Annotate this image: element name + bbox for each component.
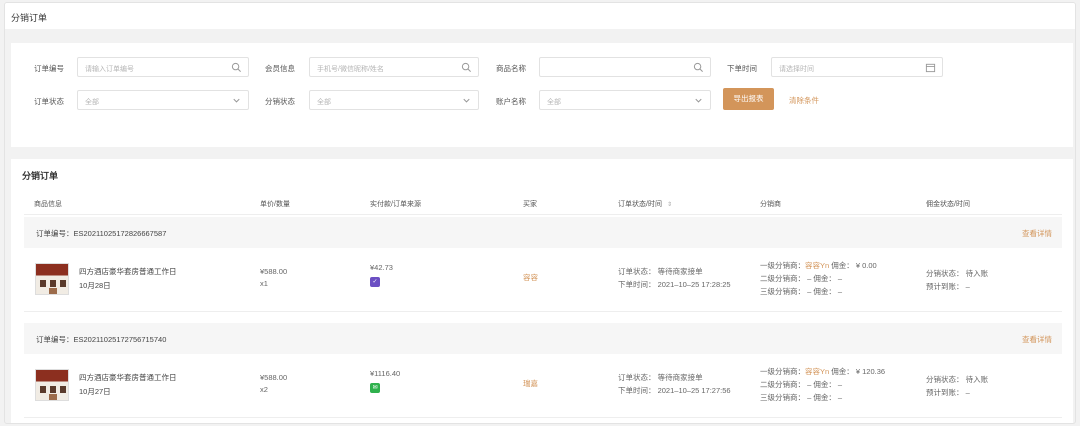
col-price-qty: 单价/数量 <box>260 201 290 208</box>
product-thumbnail[interactable] <box>35 263 69 295</box>
expected-arrival: 预计到账： – <box>926 282 970 291</box>
distributor-name[interactable]: 容容Yn <box>805 261 829 270</box>
col-commission: 佣金状态/时间 <box>926 201 970 208</box>
filter-row-2: 订单状态 全部 分销状态 全部 账户名称 全部 导出报表 清除条件 <box>11 88 1073 110</box>
product-date: 10月28日 <box>79 281 111 290</box>
chevron-down-icon <box>463 98 470 103</box>
order-row: 四方酒店豪华套房普通工作日 10月27日 ¥588.00 x2 ¥1116.40… <box>24 354 1062 418</box>
order-no-label: 订单编号 <box>34 64 64 73</box>
orders-title: 分销订单 <box>22 171 59 181</box>
dist-status-label: 分销状态 <box>265 97 295 106</box>
order-no-input[interactable]: 请输入订单编号 <box>77 57 249 77</box>
app-frame: 分销订单 订单编号 请输入订单编号 会员信息 手机号/微信昵称/姓名 商品名称 … <box>4 2 1076 424</box>
product-input[interactable] <box>539 57 711 77</box>
order-time-picker[interactable]: 请选择时间 <box>771 57 943 77</box>
unit-price: ¥588.00 <box>260 373 288 382</box>
unit-price: ¥588.00 <box>260 267 288 276</box>
order-header: 订单编号：ES20211025172756715740 查看详情 <box>24 323 1062 354</box>
paid-amount: ¥42.73 <box>370 263 393 272</box>
expected-arrival: 预计到账： – <box>926 388 970 397</box>
dist-level-1: 一级分销商：容容Yn 佣金： ¥ 120.36 <box>760 367 886 376</box>
buyer-name[interactable]: 瑞嘉 <box>523 378 538 389</box>
chevron-down-icon <box>695 98 702 103</box>
product-date: 10月27日 <box>79 387 111 396</box>
col-distributor: 分销商 <box>760 201 781 208</box>
product-thumbnail[interactable] <box>35 369 69 401</box>
col-buyer: 买家 <box>523 201 537 208</box>
wechat-pay-icon: ✉ <box>370 383 380 393</box>
clear-filters-link[interactable]: 清除条件 <box>789 95 819 106</box>
search-icon[interactable] <box>231 62 242 73</box>
pay-icon: ✓ <box>370 277 380 287</box>
buyer-name[interactable]: 容容 <box>523 272 538 283</box>
paid-amount: ¥1116.40 <box>370 369 401 378</box>
member-label: 会员信息 <box>265 64 295 73</box>
search-icon[interactable] <box>693 62 704 73</box>
member-input[interactable]: 手机号/微信昵称/姓名 <box>309 57 479 77</box>
order-time: 下单时间： 2021–10–25 17:28:25 <box>618 280 731 289</box>
product-label: 商品名称 <box>496 64 526 73</box>
commission-status: 分销状态： 待入账 <box>926 269 989 278</box>
product-name[interactable]: 四方酒店豪华套房普通工作日 <box>79 372 177 383</box>
order-number: 订单编号：ES20211025172756715740 <box>36 335 167 344</box>
order-time: 下单时间： 2021–10–25 17:27:56 <box>618 386 731 395</box>
col-paid-source: 实付款/订单来源 <box>370 201 421 208</box>
table-header: 商品信息 单价/数量 实付款/订单来源 买家 订单状态/时间 ⇕ 分销商 佣金状态… <box>24 193 1062 215</box>
account-select[interactable]: 全部 <box>539 90 711 110</box>
order-status-select[interactable]: 全部 <box>77 90 249 110</box>
dist-status-select[interactable]: 全部 <box>309 90 479 110</box>
dist-level-2: 二级分销商： – 佣金： – <box>760 274 843 283</box>
sort-icon[interactable]: ⇕ <box>667 201 672 208</box>
order-time-label: 下单时间 <box>727 64 757 73</box>
export-report-button[interactable]: 导出报表 <box>723 88 774 110</box>
order-number: 订单编号：ES20211025172826667587 <box>36 229 167 238</box>
dist-level-3: 三级分销商： – 佣金： – <box>760 393 843 402</box>
distributor-name[interactable]: 容容Yn <box>805 367 829 376</box>
filter-panel: 订单编号 请输入订单编号 会员信息 手机号/微信昵称/姓名 商品名称 下单时间 … <box>11 43 1073 147</box>
account-label: 账户名称 <box>496 97 526 106</box>
order-status-label: 订单状态 <box>34 97 64 106</box>
search-icon[interactable] <box>461 62 472 73</box>
dist-level-2: 二级分销商： – 佣金： – <box>760 380 843 389</box>
dist-level-3: 三级分销商： – 佣金： – <box>760 287 843 296</box>
order-header: 订单编号：ES20211025172826667587 查看详情 <box>24 217 1062 248</box>
orders-panel: 分销订单 商品信息 单价/数量 实付款/订单来源 买家 订单状态/时间 ⇕ 分销商… <box>11 159 1073 423</box>
view-detail-link[interactable]: 查看详情 <box>1022 334 1052 345</box>
page-title: 分销订单 <box>5 3 1075 29</box>
quantity: x2 <box>260 385 268 394</box>
order-status: 订单状态： 等待商家接单 <box>618 373 703 382</box>
view-detail-link[interactable]: 查看详情 <box>1022 228 1052 239</box>
filter-row-1: 订单编号 请输入订单编号 会员信息 手机号/微信昵称/姓名 商品名称 下单时间 … <box>11 57 1073 77</box>
calendar-icon <box>925 63 936 73</box>
chevron-down-icon <box>233 98 240 103</box>
product-name[interactable]: 四方酒店豪华套房普通工作日 <box>79 266 177 277</box>
quantity: x1 <box>260 279 268 288</box>
order-row: 四方酒店豪华套房普通工作日 10月28日 ¥588.00 x1 ¥42.73 ✓… <box>24 248 1062 312</box>
commission-status: 分销状态： 待入账 <box>926 375 989 384</box>
col-product: 商品信息 <box>34 201 62 208</box>
order-status: 订单状态： 等待商家接单 <box>618 267 703 276</box>
col-status-time[interactable]: 订单状态/时间 ⇕ <box>618 199 672 209</box>
dist-level-1: 一级分销商：容容Yn 佣金： ¥ 0.00 <box>760 261 877 270</box>
